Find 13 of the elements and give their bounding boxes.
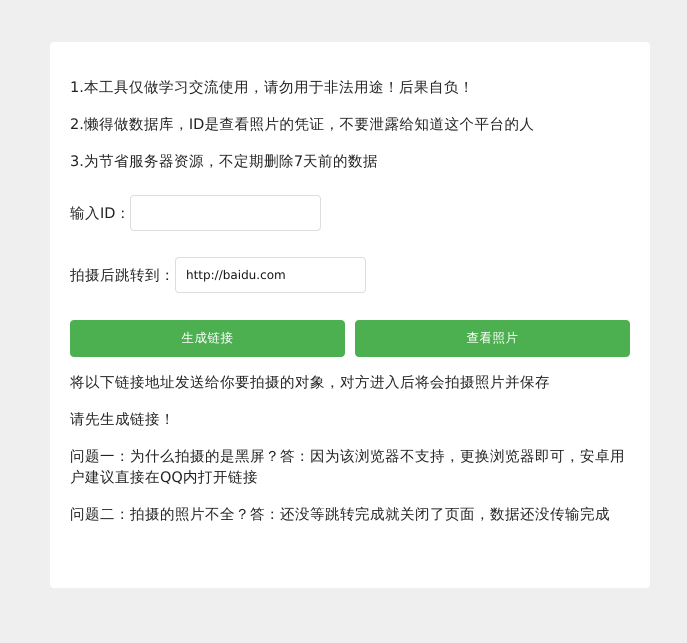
field-label: 输入ID： xyxy=(70,204,130,222)
info-text: 请先生成链接！ xyxy=(70,411,176,430)
notice-text: 2.懒得做数据库，ID是查看照片的凭证，不要泄露给知道这个平台的人 xyxy=(70,116,536,135)
view-photos-button[interactable]: 查看照片 xyxy=(355,320,630,357)
input-field[interactable] xyxy=(130,195,322,231)
field-label: 拍摄后跳转到： xyxy=(70,266,175,284)
info-text: 问题一：为什么拍摄的是黑屏？答：因为该浏览器不支持，更换浏览器即可，安卓用户建议直接在QQ内打开链接 xyxy=(70,448,626,488)
generate-link-button[interactable]: 生成链接 xyxy=(70,320,345,357)
input-field[interactable]: http://baidu.com xyxy=(175,257,366,293)
notice-text: 1.本工具仅做学习交流使用，请勿用于非法用途！后果自负！ xyxy=(70,78,475,98)
notice-text: 3.为节省服务器资源，不定期删除7天前的数据 xyxy=(70,152,380,172)
info-text: 问题二：拍摄的照片不全？答：还没等跳转完成就关闭了页面，数据还没传输完成 xyxy=(70,506,611,525)
info-text: 将以下链接地址发送给你要拍摄的对象，对方进入后将会拍摄照片并保存 xyxy=(70,374,551,393)
